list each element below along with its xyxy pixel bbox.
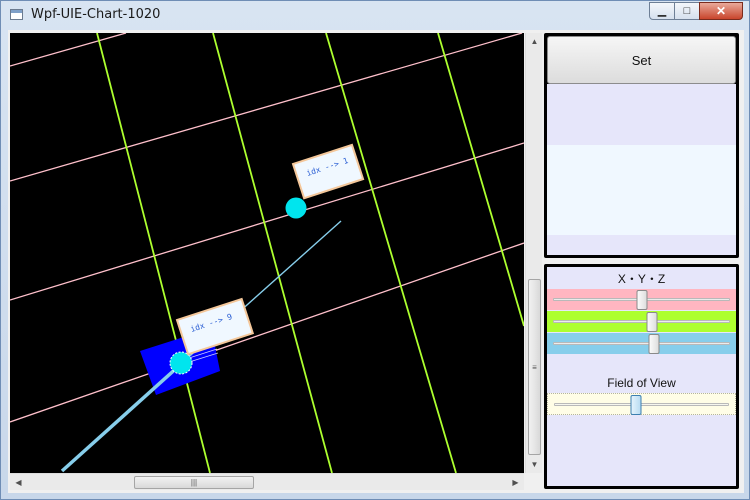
app-window: Wpf-UIE-Chart-1020 ▁ □ ✕ idx --> 1 idx -…: [0, 0, 750, 500]
scene-svg: idx --> 1 idx --> 9: [10, 33, 524, 473]
z-slider[interactable]: [547, 333, 736, 354]
y-slider[interactable]: [547, 311, 736, 332]
set-panel: Set: [544, 33, 739, 258]
pink-grid-line: [10, 242, 524, 423]
green-grid-line: [96, 33, 211, 473]
lavender-area: [547, 84, 736, 145]
scroll-viewer: idx --> 1 idx --> 9 ▲ ≡ ▼ ◀ ||| ▶: [8, 32, 543, 491]
green-grid-lines: [96, 33, 524, 473]
field-of-view-label: Field of View: [607, 376, 676, 390]
close-button[interactable]: ✕: [699, 2, 743, 20]
green-grid-line: [325, 33, 457, 473]
scroll-right-arrow-icon[interactable]: ▶: [507, 474, 524, 491]
scroll-down-arrow-icon[interactable]: ▼: [526, 456, 543, 473]
xyz-label: X・Y・Z: [617, 272, 666, 286]
x-slider[interactable]: [547, 289, 736, 310]
3d-viewport[interactable]: idx --> 1 idx --> 9: [10, 33, 524, 473]
horizontal-grip-icon: |||: [190, 478, 198, 487]
z-slider-thumb[interactable]: [648, 334, 660, 354]
vertical-scroll-thumb[interactable]: ≡: [528, 279, 541, 455]
y-slider-track: [553, 320, 730, 323]
title-bar[interactable]: Wpf-UIE-Chart-1020 ▁ □ ✕: [1, 1, 749, 29]
window-title: Wpf-UIE-Chart-1020: [31, 7, 161, 22]
maximize-icon: □: [683, 4, 691, 17]
vertical-grip-icon: ≡: [532, 362, 537, 372]
camera-panel-body: X・Y・Z Field of View: [547, 267, 736, 486]
maximize-button[interactable]: □: [674, 2, 700, 20]
pink-grid-line: [10, 142, 524, 301]
y-slider-thumb[interactable]: [646, 312, 658, 332]
minimize-button[interactable]: ▁: [649, 2, 675, 20]
close-icon: ✕: [715, 4, 727, 18]
horizontal-scroll-thumb[interactable]: |||: [134, 476, 254, 489]
beam-thick: [60, 363, 182, 473]
label-card-2: idx --> 9: [175, 297, 255, 356]
lavender-footer: [547, 235, 736, 255]
green-grid-line: [212, 33, 333, 473]
minimize-icon: ▁: [657, 4, 667, 17]
scroll-left-arrow-icon[interactable]: ◀: [10, 474, 27, 491]
caption-buttons: ▁ □ ✕: [649, 2, 743, 21]
pink-grid-line: [10, 33, 127, 67]
window-icon[interactable]: [10, 9, 23, 20]
horizontal-scrollbar[interactable]: ◀ ||| ▶: [10, 473, 524, 490]
vertical-scrollbar[interactable]: ▲ ≡ ▼: [525, 33, 542, 473]
x-slider-thumb[interactable]: [636, 290, 647, 310]
label-card-1: idx --> 1: [291, 143, 365, 200]
scroll-corner: [525, 473, 542, 490]
client-area: idx --> 1 idx --> 9 ▲ ≡ ▼ ◀ ||| ▶ Set X・…: [8, 30, 744, 493]
field-of-view-slider[interactable]: [547, 393, 736, 415]
camera-panel: X・Y・Z Field of View: [544, 264, 739, 489]
sphere-upper[interactable]: [285, 197, 307, 219]
info-area: [547, 145, 736, 235]
z-slider-track: [553, 342, 730, 345]
set-button[interactable]: Set: [547, 36, 736, 84]
pink-grid-lines: [10, 33, 524, 423]
fov-slider-thumb[interactable]: [630, 395, 642, 415]
green-grid-line: [437, 33, 524, 327]
scroll-up-arrow-icon[interactable]: ▲: [526, 33, 543, 50]
